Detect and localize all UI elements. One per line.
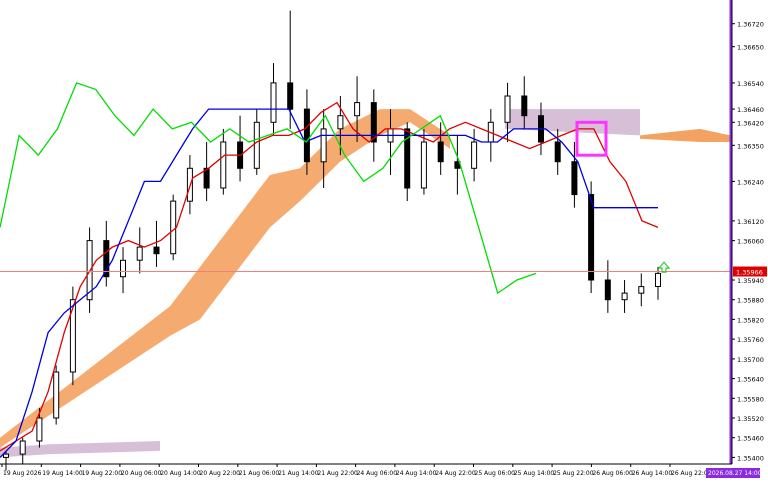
current-price-label: 1.35966	[736, 269, 763, 277]
x-tick-label: 26 Aug 14:00	[632, 470, 673, 477]
x-tick-label: 21 Aug 06:00	[239, 470, 280, 477]
candle-body	[320, 128, 327, 163]
y-tick-label: 1.35700	[737, 356, 764, 364]
x-tick-label: 21 Aug 14:00	[278, 470, 319, 477]
candle-body	[554, 141, 561, 163]
candle-body	[3, 453, 9, 458]
x-tick-label: 25 Aug 06:00	[475, 470, 516, 477]
candle-body	[354, 102, 361, 117]
candle-body	[604, 279, 611, 301]
y-tick-label: 1.36120	[737, 218, 764, 226]
candle-body	[655, 272, 661, 287]
candle-body	[220, 141, 227, 189]
x-tick-label: 19 Aug 2026	[3, 470, 42, 477]
candle-body	[53, 371, 60, 419]
candle-body	[253, 121, 260, 169]
candle-body	[270, 82, 277, 123]
time-label: 2026.08.27 14:00	[708, 470, 762, 477]
y-tick-label: 1.36460	[737, 106, 764, 114]
candle-body	[303, 108, 310, 163]
x-tick-label: 24 Aug 14:00	[396, 470, 437, 477]
y-tick-label: 1.35760	[737, 336, 764, 344]
y-tick-label: 1.35400	[737, 454, 764, 462]
chart-canvas: 1.36720 1.36650 1.36540 1.36460 1.36420 1.363…	[0, 0, 768, 480]
x-tick-label: 24 Aug 22:00	[435, 470, 476, 477]
x-tick-label: 19 Aug 14:00	[42, 470, 83, 477]
y-tick-label: 1.36720	[737, 21, 764, 29]
candle-body	[571, 161, 578, 196]
y-tick-label: 1.36060	[737, 238, 764, 246]
y-tick-label: 1.35580	[737, 395, 764, 403]
y-tick-label: 1.35940	[737, 277, 764, 285]
x-tick-label: 20 Aug 14:00	[160, 470, 201, 477]
candle-body	[136, 246, 143, 261]
x-tick-label: 20 Aug 06:00	[121, 470, 162, 477]
y-tick-label: 1.36420	[737, 119, 764, 127]
candle-body	[504, 95, 511, 123]
candle-body	[337, 115, 344, 130]
x-tick-label: 26 Aug 06:00	[592, 470, 633, 477]
ichimoku-chart: 1.36720 1.36650 1.36540 1.36460 1.36420 1.363…	[0, 0, 768, 480]
candle-body	[36, 417, 43, 442]
x-tick-label: 25 Aug 14:00	[514, 470, 555, 477]
candle-body	[19, 440, 26, 455]
candle-body	[521, 95, 528, 117]
candle-body	[120, 259, 126, 278]
y-tick-label: 1.35520	[737, 415, 764, 423]
candle-body	[471, 141, 478, 169]
x-tick-label: 19 Aug 22:00	[82, 470, 123, 477]
y-tick-label: 1.36240	[737, 178, 764, 186]
x-tick-label: 25 Aug 22:00	[553, 470, 594, 477]
x-tick-label: 20 Aug 22:00	[200, 470, 241, 477]
y-tick-label: 1.35820	[737, 316, 764, 324]
candle-body	[287, 82, 294, 110]
y-tick-label: 1.35640	[737, 376, 764, 384]
candle-body	[621, 292, 628, 301]
x-tick-label: 26 Aug 22:00	[671, 470, 712, 477]
x-tick-label: 24 Aug 06:00	[357, 470, 398, 477]
y-tick-label: 1.36540	[737, 80, 764, 88]
y-tick-label: 1.35880	[737, 297, 764, 305]
y-tick-label: 1.36350	[737, 142, 764, 150]
candle-body	[69, 299, 76, 373]
candle-body	[153, 246, 160, 255]
y-tick-label: 1.36650	[737, 44, 764, 52]
candle-body	[638, 286, 645, 294]
candle-body	[437, 141, 444, 163]
y-tick-label: 1.35460	[737, 435, 764, 443]
x-tick-label: 21 Aug 22:00	[317, 470, 358, 477]
chart-background	[0, 0, 768, 480]
candle-body	[420, 141, 427, 189]
candle-body	[170, 200, 177, 255]
candle-body	[588, 194, 595, 281]
